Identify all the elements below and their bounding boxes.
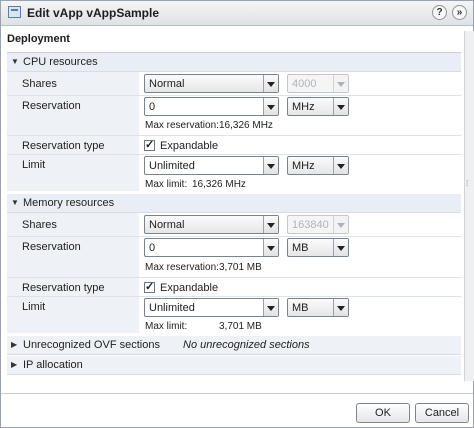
cpu-shares-select[interactable]: Normal: [144, 74, 279, 93]
title-bar: Edit vApp vAppSample ? »: [1, 1, 473, 26]
cpu-group-label: CPU resources: [23, 56, 98, 68]
cpu-expandable-label: Expandable: [160, 140, 219, 152]
chevron-down-icon[interactable]: [333, 239, 348, 256]
memory-shares-select[interactable]: Normal: [144, 215, 279, 234]
cancel-button[interactable]: Cancel: [415, 403, 469, 423]
cpu-limit-unit-select[interactable]: MHz: [287, 156, 349, 175]
ip-allocation-group[interactable]: ▶ IP allocation: [7, 356, 461, 375]
memory-reservation-unit: MB: [292, 242, 309, 254]
expand-icon[interactable]: »: [452, 5, 467, 20]
memory-max-reservation-label: Max reservation:: [145, 262, 219, 273]
chevron-down-icon[interactable]: [333, 98, 348, 115]
collapse-caret-icon[interactable]: ▼: [11, 57, 19, 66]
memory-reservation-type-label: Reservation type: [22, 282, 105, 294]
vertical-scrollbar[interactable]: ⁞: [464, 31, 474, 381]
cpu-max-limit-value: 16,326 MHz: [192, 179, 246, 190]
settings-panel: ▼ CPU resources Shares Normal 4000 Reser…: [7, 52, 461, 375]
vapp-icon: [8, 6, 21, 18]
chevron-down-icon[interactable]: [263, 75, 278, 92]
footer-divider: [1, 393, 473, 394]
ovf-sections-label: Unrecognized OVF sections: [23, 339, 160, 351]
cpu-shares-number: 4000: [292, 78, 317, 90]
chevron-down-icon: [333, 216, 348, 233]
memory-max-reservation-value: 3,701 MB: [219, 262, 262, 273]
cpu-limit-label: Limit: [22, 159, 46, 171]
memory-shares-level: Normal: [149, 219, 185, 231]
cpu-limit-value: Unlimited: [149, 160, 195, 172]
memory-limit-input[interactable]: Unlimited: [144, 298, 279, 317]
memory-shares-number: 163840: [292, 219, 329, 231]
memory-limit-unit: MB: [292, 302, 309, 314]
help-icon[interactable]: ?: [432, 5, 447, 20]
memory-max-limit-value: 3,701 MB: [219, 321, 262, 332]
memory-resources-group[interactable]: ▼ Memory resources: [7, 194, 461, 213]
memory-expandable-label: Expandable: [160, 282, 219, 294]
ovf-sections-value: No unrecognized sections: [183, 339, 310, 351]
cpu-shares-label: Shares: [22, 78, 57, 90]
memory-limit-label: Limit: [22, 301, 46, 313]
memory-max-limit-label: Max limit:: [145, 321, 188, 332]
expand-caret-icon[interactable]: ▶: [11, 360, 17, 369]
cpu-resources-group[interactable]: ▼ CPU resources: [7, 53, 461, 72]
chevron-down-icon[interactable]: [263, 239, 278, 256]
memory-group-label: Memory resources: [23, 197, 115, 209]
chevron-down-icon[interactable]: [263, 157, 278, 174]
chevron-down-icon[interactable]: [263, 98, 278, 115]
memory-limit-value: Unlimited: [149, 302, 195, 314]
cpu-reservation-type-label: Reservation type: [22, 140, 105, 152]
memory-reservation-value: 0: [149, 242, 156, 254]
dialog-title: Edit vApp vAppSample: [27, 6, 160, 20]
chevron-down-icon[interactable]: [333, 157, 348, 174]
memory-shares-label: Shares: [22, 219, 57, 231]
scroll-grip-icon[interactable]: ⁞: [466, 179, 473, 189]
cpu-reservation-unit: MHz: [292, 101, 315, 113]
memory-reservation-input[interactable]: 0: [144, 238, 279, 257]
memory-shares-value: 163840: [287, 215, 349, 234]
memory-expandable-checkbox[interactable]: [144, 280, 155, 293]
cpu-reservation-input[interactable]: 0: [144, 97, 279, 116]
memory-limit-unit-select[interactable]: MB: [287, 298, 349, 317]
section-title: Deployment: [7, 33, 70, 45]
memory-reservation-label: Reservation: [22, 241, 81, 253]
cpu-shares-value: 4000: [287, 74, 349, 93]
chevron-down-icon[interactable]: [263, 299, 278, 316]
edit-vapp-dialog: Edit vApp vAppSample ? » Deployment ▼ CP…: [0, 0, 474, 428]
ok-button[interactable]: OK: [356, 403, 410, 423]
cpu-max-limit-label: Max limit:: [145, 179, 188, 190]
cpu-reservation-unit-select[interactable]: MHz: [287, 97, 349, 116]
cpu-max-reservation-label: Max reservation:: [145, 120, 219, 131]
ovf-sections-group[interactable]: ▶ Unrecognized OVF sections No unrecogni…: [7, 336, 461, 355]
chevron-down-icon[interactable]: [263, 216, 278, 233]
collapse-caret-icon[interactable]: ▼: [11, 198, 19, 207]
cpu-reservation-value: 0: [149, 101, 156, 113]
chevron-down-icon: [333, 75, 348, 92]
cpu-limit-unit: MHz: [292, 160, 315, 172]
cpu-expandable-checkbox[interactable]: [144, 138, 155, 151]
ip-allocation-label: IP allocation: [23, 359, 83, 371]
cpu-reservation-label: Reservation: [22, 100, 81, 112]
chevron-down-icon[interactable]: [333, 299, 348, 316]
cpu-shares-level: Normal: [149, 78, 185, 90]
memory-reservation-unit-select[interactable]: MB: [287, 238, 349, 257]
cpu-limit-input[interactable]: Unlimited: [144, 156, 279, 175]
cpu-max-reservation-value: 16,326 MHz: [219, 120, 273, 131]
expand-caret-icon[interactable]: ▶: [11, 340, 17, 349]
